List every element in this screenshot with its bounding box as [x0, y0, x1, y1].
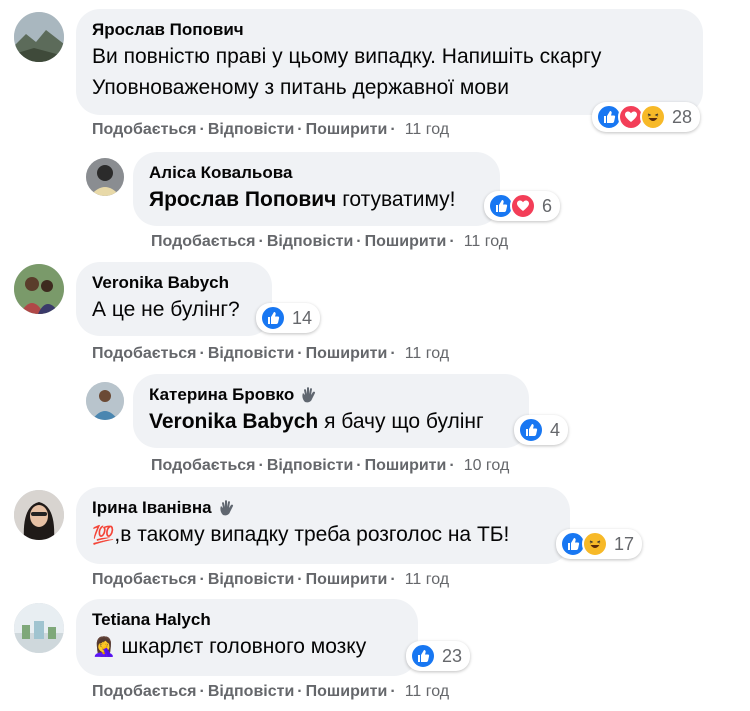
comment-author[interactable]: Tetiana Halych	[92, 609, 402, 631]
comment-actions: Подобається · Відповісти · Поширити · 11…	[151, 233, 509, 251]
comment-bubble: Аліса Ковальова Ярослав Попович готувати…	[133, 152, 500, 226]
avatar[interactable]	[14, 12, 64, 62]
waving-hand-icon	[302, 387, 316, 403]
comment-bubble: Ірина Іванівна 💯,в такому випадку треба …	[76, 487, 570, 564]
love-icon	[510, 193, 536, 219]
comment-text: Уповноваженому з питань державної мови	[92, 76, 509, 99]
haha-icon	[582, 531, 608, 557]
facepalm-emoji: 🤦‍♀️	[92, 637, 116, 658]
comment-author[interactable]: Ірина Іванівна	[92, 497, 554, 519]
comment-text: А це не булінг?	[92, 298, 240, 321]
avatar[interactable]	[14, 603, 64, 653]
comment-author[interactable]: Veronika Babych	[92, 272, 256, 294]
mention-link[interactable]: Ярослав Попович	[149, 188, 336, 211]
comment-timestamp[interactable]: 11 год	[405, 121, 449, 139]
comment-actions: Подобається · Відповісти · Поширити · 11…	[92, 345, 450, 363]
comment-author[interactable]: Аліса Ковальова	[149, 162, 484, 184]
haha-icon	[640, 104, 666, 130]
comment-timestamp[interactable]: 11 год	[405, 345, 449, 363]
reaction-summary[interactable]: 4	[514, 415, 569, 445]
mention-link[interactable]: Veronika Babych	[149, 410, 318, 433]
comment-author[interactable]: Катерина Бровко	[149, 384, 513, 406]
reply-button[interactable]: Відповісти	[208, 121, 294, 139]
share-button[interactable]: Поширити	[306, 683, 388, 701]
comment-timestamp[interactable]: 11 год	[464, 233, 508, 251]
comment-timestamp[interactable]: 10 год	[464, 457, 510, 475]
like-button[interactable]: Подобається	[92, 121, 197, 139]
reply-button[interactable]: Відповісти	[267, 457, 353, 475]
reaction-count: 17	[614, 533, 635, 554]
reaction-count: 23	[442, 645, 463, 666]
reply-button[interactable]: Відповісти	[208, 683, 294, 701]
comment-actions: Подобається · Відповісти · Поширити · 11…	[92, 571, 450, 589]
like-button[interactable]: Подобається	[92, 571, 197, 589]
comment-text: ,в такому випадку треба розголос на ТБ!	[114, 523, 510, 546]
comment-bubble: Катерина Бровко Veronika Babych я бачу щ…	[133, 374, 529, 448]
reply-button[interactable]: Відповісти	[208, 571, 294, 589]
avatar[interactable]	[86, 158, 124, 196]
share-button[interactable]: Поширити	[306, 345, 388, 363]
reaction-summary[interactable]: 23	[406, 641, 471, 671]
like-button[interactable]: Подобається	[92, 345, 197, 363]
reaction-count: 6	[542, 195, 553, 216]
comment-text: Ви повністю праві у цьому випадку. Напиш…	[92, 45, 602, 68]
like-icon	[518, 417, 544, 443]
like-icon	[410, 643, 436, 669]
like-button[interactable]: Подобається	[151, 457, 256, 475]
comment-bubble: Tetiana Halych 🤦‍♀️ шкарлєт головного мо…	[76, 599, 418, 676]
avatar[interactable]	[86, 382, 124, 420]
avatar[interactable]	[14, 490, 64, 540]
comment-text: я бачу що булінг	[318, 410, 484, 433]
share-button[interactable]: Поширити	[365, 457, 447, 475]
comment-timestamp[interactable]: 11 год	[405, 683, 449, 701]
reaction-count: 4	[550, 419, 561, 440]
share-button[interactable]: Поширити	[306, 121, 388, 139]
reaction-summary[interactable]: 28	[592, 102, 701, 132]
comment-bubble: Ярослав Попович Ви повністю праві у цьом…	[76, 9, 703, 115]
reaction-count: 14	[292, 307, 313, 328]
comment-author[interactable]: Ярослав Попович	[92, 19, 687, 41]
comment-actions: Подобається · Відповісти · Поширити · 11…	[92, 683, 450, 701]
waving-hand-icon	[219, 500, 233, 516]
reply-button[interactable]: Відповісти	[208, 345, 294, 363]
reaction-summary[interactable]: 6	[484, 191, 561, 221]
comment-actions: Подобається · Відповісти · Поширити · 10…	[151, 457, 510, 475]
comment-actions: Подобається · Відповісти · Поширити · 11…	[92, 121, 450, 139]
share-button[interactable]: Поширити	[365, 233, 447, 251]
reaction-summary[interactable]: 17	[556, 529, 643, 559]
like-button[interactable]: Подобається	[92, 683, 197, 701]
avatar[interactable]	[14, 264, 64, 314]
share-button[interactable]: Поширити	[306, 571, 388, 589]
like-icon	[260, 305, 286, 331]
comment-text: готуватиму!	[336, 188, 456, 211]
reply-button[interactable]: Відповісти	[267, 233, 353, 251]
comment-text: шкарлєт головного мозку	[115, 635, 367, 658]
hundred-points-emoji: 💯	[92, 525, 115, 545]
reaction-count: 28	[672, 106, 693, 127]
like-button[interactable]: Подобається	[151, 233, 256, 251]
comment-timestamp[interactable]: 11 год	[405, 571, 449, 589]
reaction-summary[interactable]: 14	[256, 303, 321, 333]
comment-bubble: Veronika Babych А це не булінг?	[76, 262, 272, 336]
